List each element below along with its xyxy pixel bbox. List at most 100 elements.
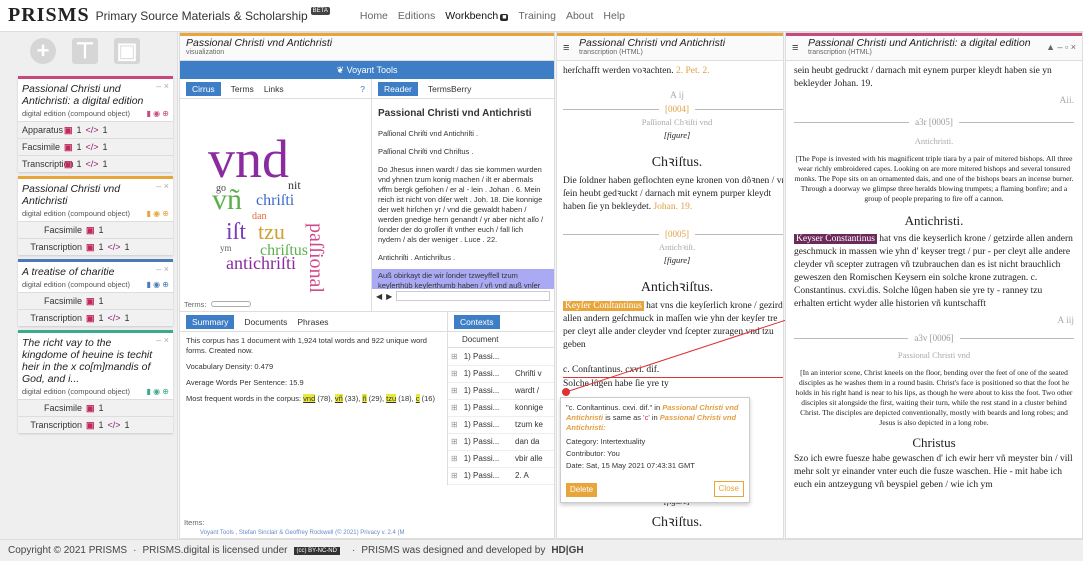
tab-reader[interactable]: Reader <box>378 81 418 96</box>
frequent-word[interactable]: c (16) <box>415 394 435 403</box>
card-actions[interactable]: ▮ ◉ ⊕ <box>146 280 169 289</box>
tab-termsberry[interactable]: TermsBerry <box>428 84 471 94</box>
briefcase-icon[interactable]: ▣ <box>114 38 140 64</box>
svg-text:paſſional: paſſional <box>305 223 327 293</box>
tab-contexts[interactable]: Contexts <box>454 314 500 329</box>
collection-card[interactable]: – × Passional Christi vnd Antichristi di… <box>18 176 173 255</box>
collection-card[interactable]: – × A treatise of charitie digital editi… <box>18 259 173 326</box>
visualization-panel: Passional Christi vnd Antichristi visual… <box>179 32 555 539</box>
panel-subtitle: transcription (HTML) <box>579 49 643 56</box>
code-icon: </> <box>107 420 121 430</box>
reader-line: Do Jhesus innen wardt / das sie kommen w… <box>378 165 544 244</box>
terms-slider[interactable]: Terms: <box>180 297 371 311</box>
nav-workbench[interactable]: Workbench ■ <box>445 10 509 22</box>
menu-icon[interactable]: ≡ <box>563 42 569 54</box>
page-separator: a3r [0005] <box>794 116 1074 129</box>
frequent-word[interactable]: vnd (78), <box>303 394 335 403</box>
list-item[interactable]: Facsimile ▣ 1 <box>18 399 173 416</box>
delete-button[interactable]: Delete <box>566 483 598 497</box>
resource-icon: ▣ <box>64 141 73 152</box>
tab-documents[interactable]: Documents <box>244 317 287 327</box>
frequent-word[interactable]: vñ (33), <box>334 394 363 403</box>
hdgh-logo[interactable]: HD|GH <box>551 545 583 556</box>
reader-search[interactable] <box>396 291 550 301</box>
window-controls[interactable]: ▲ – ▫ × <box>1046 42 1076 52</box>
close-icon[interactable]: – × <box>156 181 169 191</box>
tagline: Primary Source Materials & Scholarship <box>95 8 308 23</box>
code-icon: </> <box>107 242 121 252</box>
reader-tabs: Reader TermsBerry <box>372 79 554 99</box>
close-icon[interactable]: – × <box>156 335 169 345</box>
list-item[interactable]: Facsimile ▣ 1 <box>18 221 173 238</box>
collection-card[interactable]: – × Passional Christi und Antichristi: a… <box>18 76 173 172</box>
panel-subtitle: visualization <box>186 49 225 56</box>
cirrus-tabs: Cirrus Terms Links ? <box>180 79 371 99</box>
card-actions[interactable]: ▮ ◉ ⊕ <box>146 387 169 396</box>
nav-editions[interactable]: Editions <box>398 10 435 22</box>
help-icon[interactable]: ? <box>360 84 365 94</box>
table-row[interactable]: ⊞ 1) Passi... tzum ke <box>448 416 554 434</box>
cc-badge[interactable]: (cc) BY-NC-ND <box>293 546 340 555</box>
contexts-tabs: Contexts <box>448 312 554 332</box>
card-actions[interactable]: ▮ ◉ ⊕ <box>146 209 169 218</box>
hierarchy-icon[interactable]: ⊤ <box>72 38 98 64</box>
list-item[interactable]: Apparatus ▣ 1 </> 1 <box>18 121 173 138</box>
table-row[interactable]: ⊞ 1) Passi... 2. A <box>448 467 554 485</box>
tab-cirrus[interactable]: Cirrus <box>186 81 221 96</box>
tab-phrases[interactable]: Phrases <box>297 317 328 327</box>
panel-title: Passional Christi vnd Antichristi <box>579 37 726 49</box>
code-icon: </> <box>107 313 121 323</box>
collection-card[interactable]: – × The richt vay to the kingdome of heu… <box>18 330 173 433</box>
nav-home[interactable]: Home <box>360 10 388 22</box>
table-row[interactable]: ⊞ 1) Passi... dan da <box>448 433 554 451</box>
contexts-table: ⊞ 1) Passi... ⊞ 1) Passi... Chriſti v ⊞ 1) Pas… <box>448 348 554 485</box>
summary-text: This corpus has 1 document with 1,924 to… <box>186 336 427 355</box>
resource-icon: ▣ <box>64 124 73 135</box>
svg-text:nit: nit <box>288 178 301 192</box>
list-item[interactable]: Transcription ▣ 1 </> 1 <box>18 309 173 326</box>
close-icon[interactable]: – × <box>156 81 169 91</box>
card-subtitle: digital edition (compound object) <box>22 280 130 289</box>
frequent-word[interactable]: tzu (18), <box>386 394 416 403</box>
frequent-word[interactable]: ñ (29), <box>362 394 386 403</box>
tab-terms[interactable]: Terms <box>231 84 254 94</box>
table-row[interactable]: ⊞ 1) Passi... wardt / <box>448 382 554 400</box>
heading: Antichristi. <box>904 213 964 228</box>
workbench-icon: ■ <box>500 13 509 21</box>
card-actions[interactable]: ▮ ◉ ⊕ <box>146 109 169 118</box>
panel-title: Passional Christi vnd Antichristi <box>186 37 333 49</box>
prisms-logo[interactable]: PRISMS <box>8 4 90 27</box>
list-item[interactable]: Facsimile ▣ 1 </> 1 <box>18 138 173 155</box>
close-icon[interactable]: – × <box>156 264 169 274</box>
svg-text:dan: dan <box>252 211 266 222</box>
table-row[interactable]: ⊞ 1) Passi... konnige <box>448 399 554 417</box>
nav-about[interactable]: About <box>566 10 593 22</box>
nav-help[interactable]: Help <box>603 10 625 22</box>
tab-summary[interactable]: Summary <box>186 314 235 329</box>
vocab-density: Vocabulary Density: 0.479 <box>186 362 274 371</box>
table-row[interactable]: ⊞ 1) Passi... Chriſti v <box>448 365 554 383</box>
frequent-words: Most frequent words in the corpus: vnd (… <box>186 394 435 403</box>
list-item[interactable]: Transcription ▣ 1 </> 1 <box>18 155 173 172</box>
list-item[interactable]: Facsimile ▣ 1 <box>18 292 173 309</box>
items-slider[interactable]: Items: <box>180 518 204 527</box>
add-icon[interactable]: + <box>30 38 56 64</box>
code-icon: </> <box>85 142 99 152</box>
tab-links[interactable]: Links <box>264 84 284 94</box>
annotation-highlight[interactable]: Keyser Constantinus <box>794 234 877 244</box>
table-row[interactable]: ⊞ 1) Passi... vbir alle <box>448 450 554 468</box>
table-row[interactable]: ⊞ 1) Passi... <box>448 348 554 366</box>
list-item[interactable]: Transcription ▣ 1 </> 1 <box>18 238 173 255</box>
next-icon[interactable]: ▶ <box>386 292 392 301</box>
reader-line: Paſſional Chriſti vnd Antichriſti . <box>378 129 479 138</box>
word-cloud[interactable]: vnd vñ chriſti iſt tzu chriſtus antichri… <box>180 99 372 295</box>
page-separator: [0005] <box>563 228 783 241</box>
voyant-footer: Voyant Tools , Stefan Sinclair & Geoffre… <box>200 530 405 536</box>
footer: Copyright © 2021 PRISMS · PRISMS.digital… <box>0 539 1083 561</box>
close-button[interactable]: Close <box>713 481 744 497</box>
list-item[interactable]: Transcription ▣ 1 </> 1 <box>18 416 173 433</box>
menu-icon[interactable]: ≡ <box>792 42 798 54</box>
heading: Christus <box>912 435 956 450</box>
nav-training[interactable]: Training <box>518 10 556 22</box>
prev-icon[interactable]: ◀ <box>376 292 382 301</box>
